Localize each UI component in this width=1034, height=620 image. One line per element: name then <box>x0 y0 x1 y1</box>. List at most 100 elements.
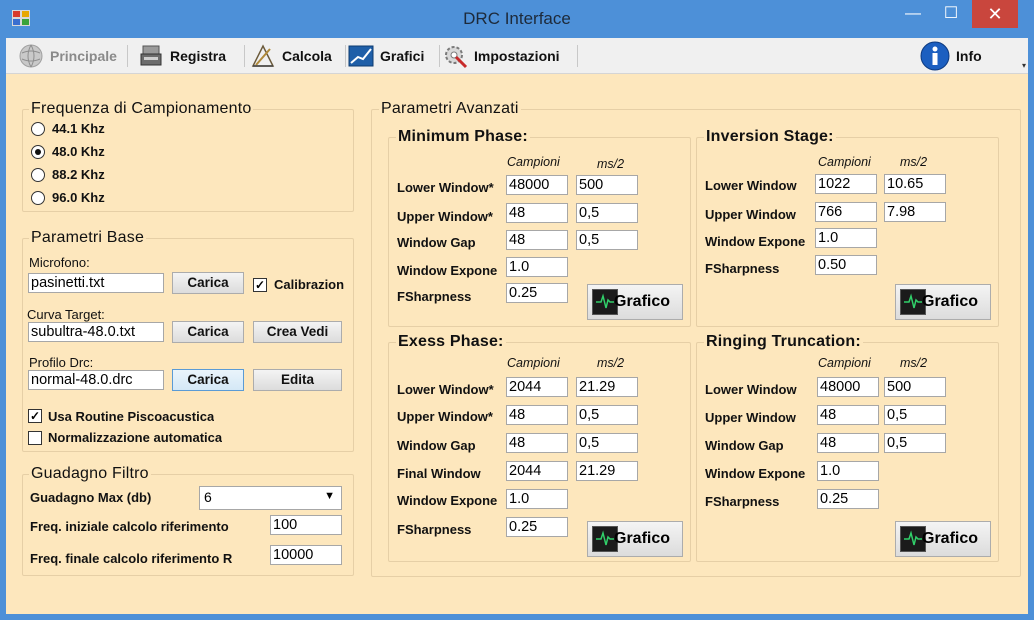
rin-window-gap-campioni[interactable]: 48 <box>817 433 879 453</box>
rin-window-gap-ms[interactable]: 0,5 <box>884 433 946 453</box>
rin-upper-window-ms[interactable]: 0,5 <box>884 405 946 425</box>
app-window: DRC Interface — ☐ ✕ Principale Registra <box>0 0 1034 620</box>
drafting-tools-icon <box>251 43 275 67</box>
frequenza-title: Frequenza di Campionamento <box>29 100 254 118</box>
microfono-carica-button[interactable]: Carica <box>172 272 244 294</box>
toolbar-grafici[interactable]: Grafici <box>348 38 424 73</box>
rin-upper-window-campioni[interactable]: 48 <box>817 405 879 425</box>
curva-field[interactable]: subultra-48.0.txt <box>28 322 164 342</box>
avanzati-title: Parametri Avanzati <box>379 100 521 118</box>
toolbar-info[interactable]: Info <box>920 38 982 73</box>
exe-final-window-ms[interactable]: 21.29 <box>576 461 638 481</box>
min-lower-window-label: Lower Window* <box>397 180 494 195</box>
profilo-carica-button[interactable]: Carica <box>172 369 244 391</box>
min-lower-window-ms[interactable]: 500 <box>576 175 638 195</box>
inv-window-exponent-label: Window Expone <box>705 234 806 249</box>
min-window-exponent-label: Window Expone <box>397 263 498 278</box>
inv-fsharpness-field[interactable]: 0.50 <box>815 255 877 275</box>
freq-finale-label: Freq. finale calcolo riferimento R <box>30 551 233 566</box>
inv-upper-window-ms[interactable]: 7.98 <box>884 202 946 222</box>
info-icon <box>920 41 950 70</box>
minimize-button[interactable]: — <box>896 0 930 28</box>
min-upper-window-ms[interactable]: 0,5 <box>576 203 638 223</box>
psicoacustica-label: Usa Routine Piscoacustica <box>48 409 215 424</box>
rin-fsharpness-field[interactable]: 0.25 <box>817 489 879 509</box>
exe-grafico-label: Grafico <box>614 530 671 547</box>
exe-window-exponent-field[interactable]: 1.0 <box>506 489 568 509</box>
globe-icon <box>19 44 43 67</box>
exe-grafico-button[interactable]: Grafico <box>587 521 683 557</box>
inv-window-exponent-field[interactable]: 1.0 <box>815 228 877 248</box>
toolbar-registra[interactable]: Registra <box>138 38 226 73</box>
min-fsharpness-field[interactable]: 0.25 <box>506 283 568 303</box>
toolbar-principale[interactable]: Principale <box>18 38 117 73</box>
min-lower-window-campioni[interactable]: 48000 <box>506 175 568 195</box>
radio-option-3[interactable] <box>31 191 45 205</box>
guadagno-max-value: 6 <box>204 489 212 505</box>
exe-lower-window-ms[interactable]: 21.29 <box>576 377 638 397</box>
curva-label: Curva Target: <box>27 307 105 322</box>
profilo-field[interactable]: normal-48.0.drc <box>28 370 164 390</box>
exe-final-window-campioni[interactable]: 2044 <box>506 461 568 481</box>
rin-lower-window-label: Lower Window <box>705 382 797 397</box>
min-upper-window-campioni[interactable]: 48 <box>506 203 568 223</box>
min-window-gap-ms[interactable]: 0,5 <box>576 230 638 250</box>
column-header-ms: ms/2 <box>597 157 625 171</box>
inv-fsharpness-label: FSharpness <box>705 261 780 276</box>
exe-upper-window-campioni[interactable]: 48 <box>506 405 568 425</box>
column-header-campioni: Campioni <box>507 356 560 370</box>
window-frame-left <box>0 38 6 620</box>
exe-window-exponent-label: Window Expone <box>397 493 498 508</box>
min-grafico-button[interactable]: Grafico <box>587 284 683 320</box>
rin-upper-window-label: Upper Window <box>705 410 796 425</box>
rin-lower-window-campioni[interactable]: 48000 <box>817 377 879 397</box>
rin-lower-window-ms[interactable]: 500 <box>884 377 946 397</box>
min-window-exponent-field[interactable]: 1.0 <box>506 257 568 277</box>
inv-lower-window-ms[interactable]: 10.65 <box>884 174 946 194</box>
exe-fsharpness-field[interactable]: 0.25 <box>506 517 568 537</box>
inv-lower-window-campioni[interactable]: 1022 <box>815 174 877 194</box>
radio-option-2[interactable] <box>31 168 45 182</box>
microfono-field[interactable]: pasinetti.txt <box>28 273 164 293</box>
rin-grafico-label: Grafico <box>922 530 979 547</box>
column-header-ms: ms/2 <box>597 356 625 370</box>
maximize-button[interactable]: ☐ <box>934 0 968 28</box>
min-upper-window-label: Upper Window* <box>397 209 493 224</box>
guadagno-max-select[interactable]: 6 ▼ <box>199 486 342 510</box>
exe-upper-window-ms[interactable]: 0,5 <box>576 405 638 425</box>
freq-finale-field[interactable]: 10000 <box>270 545 342 565</box>
recorder-icon <box>140 45 162 65</box>
radio-option-label: 48.0 Khz <box>52 144 105 159</box>
exe-final-window-label: Final Window <box>397 466 481 481</box>
exe-window-gap-campioni[interactable]: 48 <box>506 433 568 453</box>
toolbar-impostazioni[interactable]: Impostazioni <box>442 38 560 73</box>
toolbar-impostazioni-label: Impostazioni <box>474 47 560 64</box>
close-button[interactable]: ✕ <box>972 0 1018 28</box>
toolbar-calcola-label: Calcola <box>282 47 332 64</box>
rin-grafico-button[interactable]: Grafico <box>895 521 991 557</box>
inv-grafico-button[interactable]: Grafico <box>895 284 991 320</box>
edita-button[interactable]: Edita <box>253 369 342 391</box>
column-header-campioni: Campioni <box>818 155 871 169</box>
inv-upper-window-campioni[interactable]: 766 <box>815 202 877 222</box>
exe-lower-window-campioni[interactable]: 2044 <box>506 377 568 397</box>
crea-vedi-button[interactable]: Crea Vedi <box>253 321 342 343</box>
psicoacustica-checkbox[interactable]: ✓ <box>28 409 42 423</box>
radio-option-1[interactable] <box>31 145 45 159</box>
calibrazione-checkbox[interactable]: ✓ <box>253 278 267 292</box>
exe-window-gap-ms[interactable]: 0,5 <box>576 433 638 453</box>
ringing-truncation-title: Ringing Truncation: <box>704 333 863 351</box>
calibrazione-label: Calibrazion <box>274 277 345 292</box>
toolbar-separator <box>244 45 245 67</box>
exe-fsharpness-label: FSharpness <box>397 522 472 537</box>
freq-iniziale-field[interactable]: 100 <box>270 515 342 535</box>
radio-option-0[interactable] <box>31 122 45 136</box>
toolbar-overflow-icon[interactable]: ▾ <box>1022 61 1026 70</box>
toolbar-calcola[interactable]: Calcola <box>250 38 332 73</box>
curva-carica-button[interactable]: Carica <box>172 321 244 343</box>
rin-window-gap-label: Window Gap <box>705 438 784 453</box>
rin-window-exponent-field[interactable]: 1.0 <box>817 461 879 481</box>
min-window-gap-campioni[interactable]: 48 <box>506 230 568 250</box>
normalizzazione-checkbox[interactable] <box>28 431 42 445</box>
minimum-phase-title: Minimum Phase: <box>396 128 530 146</box>
